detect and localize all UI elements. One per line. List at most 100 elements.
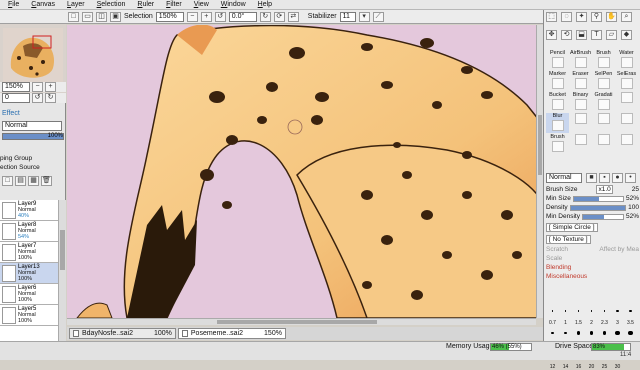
menu-item-selection[interactable]: Selection [91,0,132,10]
tool-empty-slot[interactable] [615,92,638,112]
lasso-icon[interactable]: ◌ [561,12,572,22]
navigator-preview[interactable] [3,28,63,86]
tool-brush[interactable]: Brush [546,134,569,154]
min-size-row[interactable]: Min Size 52% [544,194,640,203]
nav-rotate-right-icon[interactable]: ↻ [45,93,56,103]
brush-texture-row[interactable]: [ No Texture ] [544,233,640,245]
flip-icon[interactable]: ⇄ [287,11,299,22]
blending-row[interactable]: Blending [544,263,640,272]
tool-seleras[interactable]: SelEras [615,71,638,91]
misc-label[interactable]: Miscellaneous [546,273,587,280]
layer-row[interactable]: Layer8 Normal 54% [0,221,58,242]
tool-empty-slot[interactable] [615,113,638,133]
edge-mid-icon[interactable]: ▪ [599,173,610,183]
move-icon[interactable]: ✥ [546,30,557,40]
brush-mode-select[interactable]: Normal [546,173,582,183]
brush-size-preset[interactable]: 0.7 [546,306,559,326]
layer-row[interactable]: Layer6 Normal 100% [0,284,58,305]
layer-row[interactable]: Layer7 Normal 100% [0,242,58,263]
eyedropper-icon[interactable]: ⚲ [591,12,602,22]
opacity-bar[interactable]: 100% [2,133,64,140]
layer-scrollbar[interactable] [58,200,66,342]
brush-size-preset[interactable]: 3 [611,306,624,326]
zoom-field[interactable]: 150% [155,11,184,22]
nav-zoom-out-icon[interactable]: − [32,82,43,92]
zoom-tool-icon[interactable]: ⌕ [621,12,632,22]
menu-item-ruler[interactable]: Ruler [131,0,160,10]
brush-shape-select[interactable]: [ Simple Circle ] [546,222,598,232]
tool-empty-slot[interactable] [569,134,592,154]
blend-mode-select[interactable]: Normal [2,121,62,131]
zoom-in-icon[interactable]: + [200,11,212,22]
density-bar[interactable] [569,204,627,211]
document-tab[interactable]: Posememe..sai2 150% [177,328,286,339]
tool-empty-slot[interactable] [569,113,592,133]
brush-size-row[interactable]: Brush Size x1.0 25 [544,185,640,194]
text-tool-icon[interactable]: T [591,30,602,40]
brush-size-preset[interactable]: 1.5 [572,306,585,326]
hand-icon[interactable]: ✋ [606,12,617,22]
show-selection-icon[interactable]: ▣ [110,11,121,22]
document-tab[interactable]: BdayNosfe..sai2 100% [69,328,176,339]
invert-selection-icon[interactable]: ◫ [96,11,107,22]
new-layer-icon[interactable]: □ [2,176,13,186]
tool-airbrush[interactable]: AirBrush [569,50,592,70]
tool-bucket[interactable]: Bucket [546,92,569,112]
menu-item-canvas[interactable]: Canvas [25,0,61,10]
edge-hard-icon[interactable]: ■ [586,173,597,183]
layer-row[interactable]: Layer9 Normal 40% [0,200,58,221]
tool-selpen[interactable]: SelPen [592,71,615,91]
brush-size-preset[interactable]: 2 [585,306,598,326]
nav-rotate-left-icon[interactable]: ↺ [32,93,43,103]
deselect-icon[interactable]: ▭ [82,11,93,22]
layer-row[interactable]: Layer13 Normal 100% [0,263,58,284]
brush-size-preset[interactable]: 1 [559,306,572,326]
tool-blur[interactable]: Blur [546,113,569,133]
tool-brush[interactable]: Brush [592,50,615,70]
rotate-right-icon[interactable]: ↻ [259,11,271,22]
new-folder-icon[interactable]: ▤ [15,176,26,186]
tool-empty-slot[interactable] [592,134,615,154]
select-rect-icon[interactable]: ⬚ [546,12,557,22]
nav-zoom-field[interactable]: 150% [2,82,30,92]
blending-label[interactable]: Blending [546,264,571,271]
tool-empty-slot[interactable] [615,134,638,154]
selection-source-label[interactable]: ection Source [0,164,40,171]
min-size-bar[interactable] [572,195,624,202]
tool-binary[interactable]: Binary [569,92,592,112]
drawing-canvas[interactable] [67,25,543,318]
tool-water[interactable]: Water [615,50,638,70]
rotate-left-icon[interactable]: ↺ [214,11,226,22]
brush-size-preset[interactable]: 3.5 [624,306,637,326]
shape-tool-icon[interactable]: ▱ [606,30,617,40]
edge-softest-icon[interactable]: • [625,173,636,183]
brush-shape-row[interactable]: [ Simple Circle ] [544,221,640,233]
menu-item-window[interactable]: Window [215,0,252,10]
new-canvas-icon[interactable]: □ [68,11,79,22]
tool-gradati[interactable]: Gradati [592,92,615,112]
fill-tool-icon[interactable]: ◆ [621,30,632,40]
delete-layer-icon[interactable]: 🗑 [41,176,52,186]
menu-item-help[interactable]: Help [252,0,278,10]
angle-field[interactable]: 0.0° [228,11,257,22]
menu-item-view[interactable]: View [188,0,215,10]
menu-item-layer[interactable]: Layer [61,0,91,10]
layer-row[interactable]: Layer5 Normal 100% [0,305,58,326]
brush-texture-select[interactable]: [ No Texture ] [546,234,591,244]
edge-soft-icon[interactable]: ● [612,173,623,183]
clipping-group-label[interactable]: ping Group [0,155,32,162]
tool-eraser[interactable]: Eraser [569,71,592,91]
zoom-out-icon[interactable]: − [186,11,198,22]
tool-marker[interactable]: Marker [546,71,569,91]
rotate-tool-icon[interactable]: ⟲ [561,30,572,40]
min-density-row[interactable]: Min Density 52% [544,212,640,221]
nav-angle-field[interactable]: 0 [2,93,30,103]
brush-size-mult[interactable]: x1.0 [596,185,613,194]
pen-tilt-icon[interactable]: ⟋ [372,11,384,22]
stabilizer-dropdown-icon[interactable]: ▾ [358,11,370,22]
min-density-bar[interactable] [581,213,624,220]
menu-item-filter[interactable]: Filter [160,0,188,10]
canvas-vscrollbar[interactable] [536,25,543,318]
reset-rotation-icon[interactable]: ⟳ [273,11,285,22]
canvas-hscrollbar[interactable] [67,318,536,325]
